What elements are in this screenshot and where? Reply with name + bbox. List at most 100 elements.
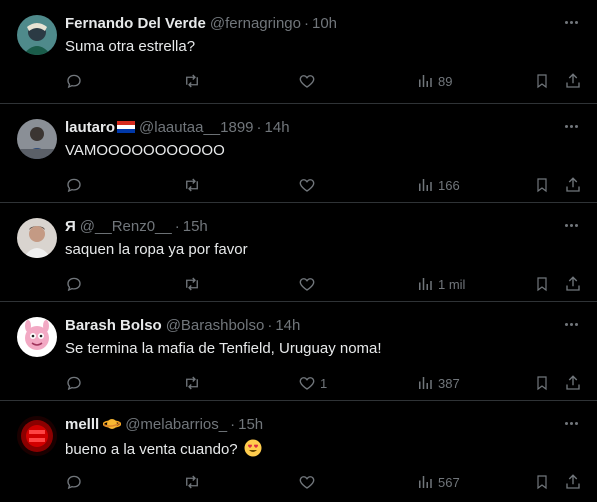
avatar[interactable]: [17, 416, 57, 456]
tweet[interactable]: Fernando Del Verde @fernagringo · 10h Su…: [0, 0, 597, 104]
tweet-text-wrapper: bueno a la venta cuando?: [65, 439, 581, 458]
retweet-button[interactable]: [182, 70, 202, 92]
reply-icon: [67, 376, 81, 391]
bookmark-button[interactable]: [534, 372, 550, 394]
views-button[interactable]: 567: [416, 471, 460, 493]
like-button[interactable]: [298, 70, 320, 92]
bookmark-icon: [537, 475, 547, 490]
retweet-button[interactable]: [182, 174, 202, 196]
heart-icon: [299, 476, 315, 489]
bookmark-icon: [537, 74, 547, 89]
views-icon: [419, 377, 432, 389]
bookmark-icon: [537, 376, 547, 391]
user-handle[interactable]: @melabarrios_: [125, 416, 227, 433]
views-button[interactable]: 387: [416, 372, 460, 394]
share-button[interactable]: [564, 471, 582, 493]
display-name[interactable]: Fernando Del Verde: [65, 15, 206, 32]
reply-button[interactable]: [65, 471, 83, 493]
separator-dot: ·: [230, 415, 236, 433]
like-button[interactable]: [298, 273, 320, 295]
views-button[interactable]: 89: [416, 70, 452, 92]
more-icon[interactable]: [561, 416, 581, 430]
more-icon[interactable]: [561, 317, 581, 331]
timestamp[interactable]: 10h: [312, 15, 337, 32]
reply-button[interactable]: [65, 273, 83, 295]
avatar[interactable]: [17, 218, 57, 258]
heart-icon: [299, 377, 315, 390]
view-count: 1 mil: [438, 276, 466, 292]
views-icon: [419, 179, 432, 191]
bookmark-button[interactable]: [534, 174, 550, 196]
retweet-button[interactable]: [182, 372, 202, 394]
heart-icon: [299, 179, 315, 192]
display-name[interactable]: Я: [65, 218, 76, 235]
share-icon: [566, 276, 580, 291]
tweet-text: saquen la ropa ya por favor: [65, 241, 248, 258]
reply-button[interactable]: [65, 70, 83, 92]
user-handle[interactable]: @fernagringo: [210, 15, 301, 32]
separator-dot: ·: [304, 14, 309, 32]
tweet[interactable]: melll @melabarrios_ · 15h bueno a la ven…: [0, 401, 597, 500]
tweet[interactable]: Barash Bolso @Barashbolso · 14h Se termi…: [0, 302, 597, 401]
tweet[interactable]: Я @__Renz0__ · 15h saquen la ropa ya por…: [0, 203, 597, 302]
display-name[interactable]: melll: [65, 416, 99, 433]
paraguay-flag-icon: [117, 121, 136, 133]
bookmark-button[interactable]: [534, 273, 550, 295]
reply-button[interactable]: [65, 372, 83, 394]
heart-eyes-emoji-icon: [244, 439, 262, 457]
user-handle[interactable]: @__Renz0__: [80, 218, 172, 235]
like-button[interactable]: [298, 174, 320, 196]
share-button[interactable]: [564, 372, 582, 394]
views-button[interactable]: 1 mil: [416, 273, 465, 295]
reply-button[interactable]: [65, 174, 83, 196]
retweet-icon: [186, 475, 198, 489]
action-bar: 166: [0, 174, 597, 196]
user-handle[interactable]: @laautaa__1899: [139, 119, 254, 136]
view-count: 166: [438, 177, 460, 193]
view-count: 387: [438, 375, 460, 391]
share-icon: [566, 177, 580, 192]
reply-icon: [67, 277, 81, 292]
more-icon[interactable]: [561, 119, 581, 133]
display-name[interactable]: lautaro: [65, 119, 115, 136]
retweet-icon: [186, 74, 198, 88]
bookmark-icon: [537, 178, 547, 193]
timestamp[interactable]: 15h: [238, 416, 263, 433]
bookmark-button[interactable]: [534, 471, 550, 493]
timestamp[interactable]: 15h: [183, 218, 208, 235]
retweet-button[interactable]: [182, 471, 202, 493]
tweet[interactable]: lautaro @laautaa__1899 · 14h VAMOOOOOOOO…: [0, 104, 597, 203]
share-icon: [566, 73, 580, 88]
avatar[interactable]: [17, 15, 57, 55]
avatar[interactable]: [17, 119, 57, 159]
retweet-icon: [186, 376, 198, 390]
more-icon[interactable]: [561, 218, 581, 232]
timestamp[interactable]: 14h: [265, 119, 290, 136]
share-button[interactable]: [564, 70, 582, 92]
like-button[interactable]: 1: [298, 372, 327, 394]
bookmark-button[interactable]: [534, 70, 550, 92]
reply-icon: [67, 475, 81, 490]
reply-icon: [67, 74, 81, 89]
display-name[interactable]: Barash Bolso: [65, 317, 162, 334]
heart-icon: [299, 278, 315, 291]
timestamp[interactable]: 14h: [275, 317, 300, 334]
tweet-text: bueno a la venta cuando?: [65, 441, 238, 458]
separator-dot: ·: [174, 217, 180, 235]
action-bar: 1 mil: [0, 273, 597, 295]
reply-feed: Fernando Del Verde @fernagringo · 10h Su…: [0, 0, 597, 502]
action-bar: 89: [0, 70, 597, 92]
share-button[interactable]: [564, 273, 582, 295]
tweet-text: VAMOOOOOOOOOOO: [65, 142, 225, 159]
retweet-button[interactable]: [182, 273, 202, 295]
more-icon[interactable]: [561, 15, 581, 29]
user-handle[interactable]: @Barashbolso: [166, 317, 265, 334]
share-button[interactable]: [564, 174, 582, 196]
avatar[interactable]: [17, 317, 57, 357]
views-button[interactable]: 166: [416, 174, 460, 196]
tweet-text: Se termina la mafia de Tenfield, Uruguay…: [65, 340, 382, 357]
share-icon: [566, 474, 580, 489]
bookmark-icon: [537, 277, 547, 292]
like-button[interactable]: [298, 471, 320, 493]
share-icon: [566, 375, 580, 390]
